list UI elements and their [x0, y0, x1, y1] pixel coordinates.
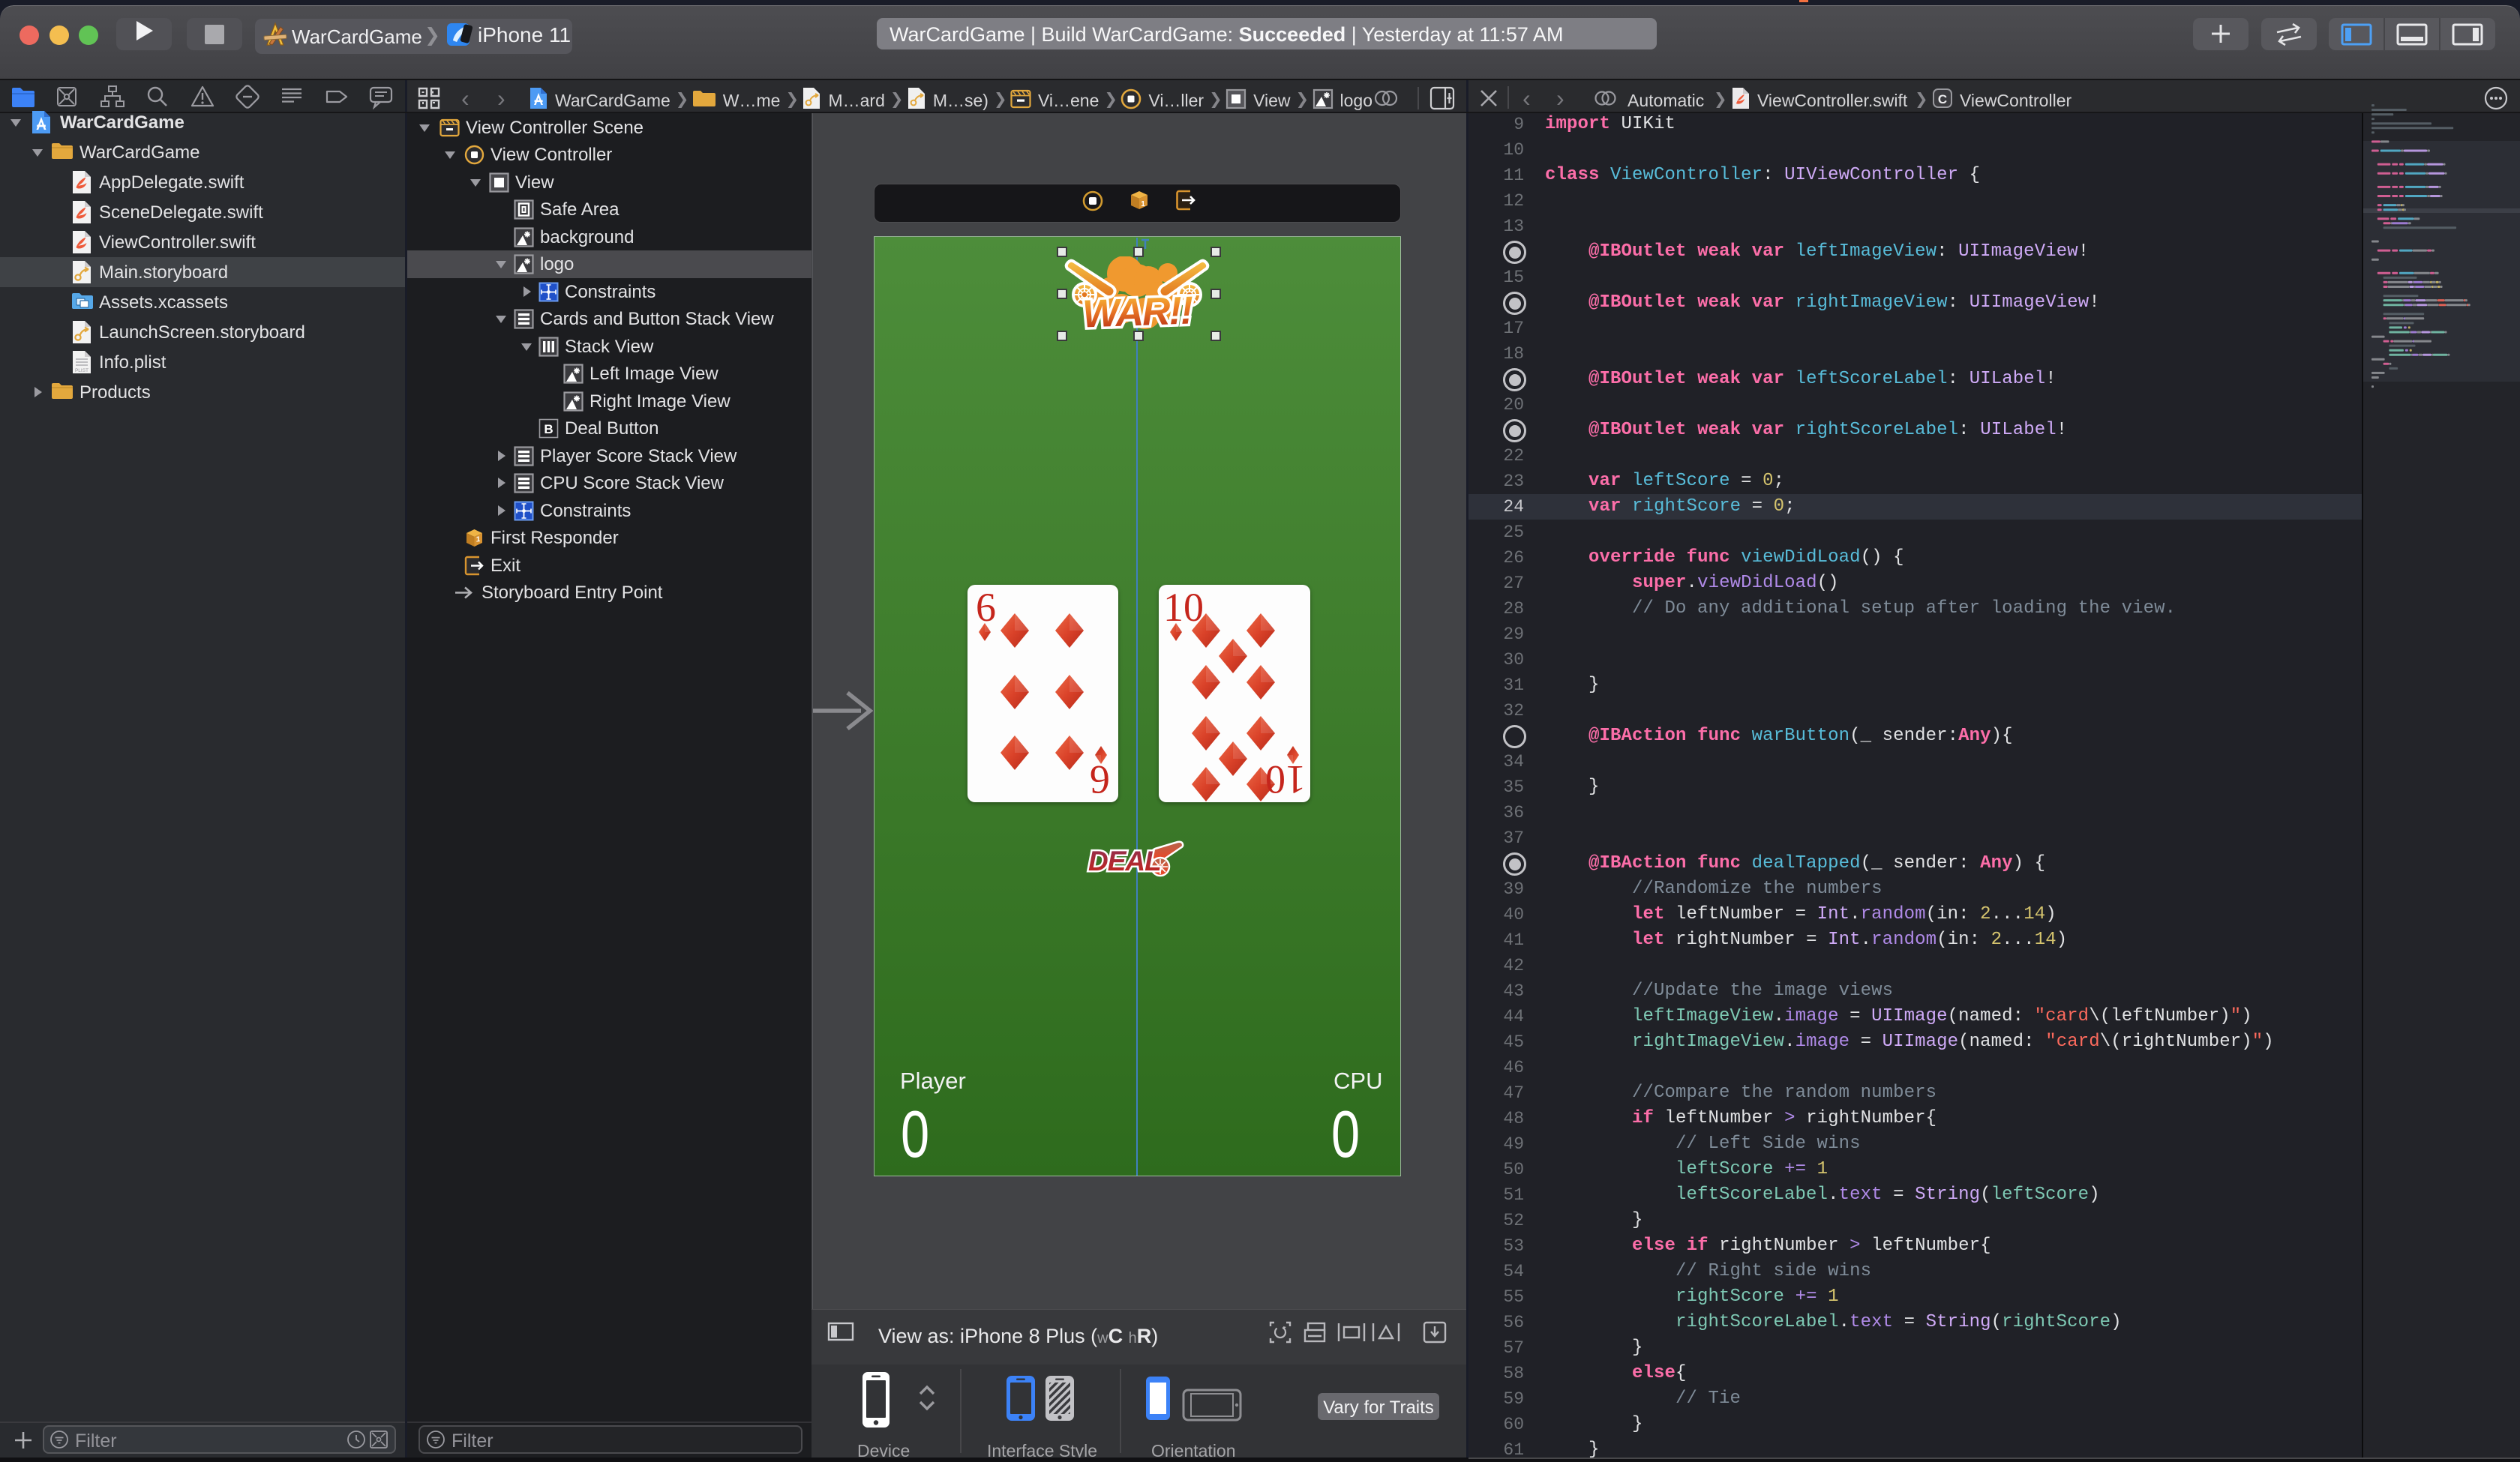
svg-text:C: C	[1938, 92, 1947, 106]
svg-text:PLIST: PLIST	[75, 368, 88, 373]
svg-text:6: 6	[1090, 757, 1110, 802]
svg-text:WAR!!: WAR!!	[1082, 289, 1194, 331]
svg-text:1: 1	[476, 535, 481, 544]
svg-text:B: B	[544, 422, 553, 436]
svg-text:10: 10	[1163, 585, 1204, 630]
svg-text:10: 10	[1265, 757, 1306, 802]
svg-text:DEAL: DEAL	[1088, 846, 1161, 876]
svg-text:1: 1	[1141, 200, 1145, 208]
svg-text:6: 6	[976, 585, 996, 630]
